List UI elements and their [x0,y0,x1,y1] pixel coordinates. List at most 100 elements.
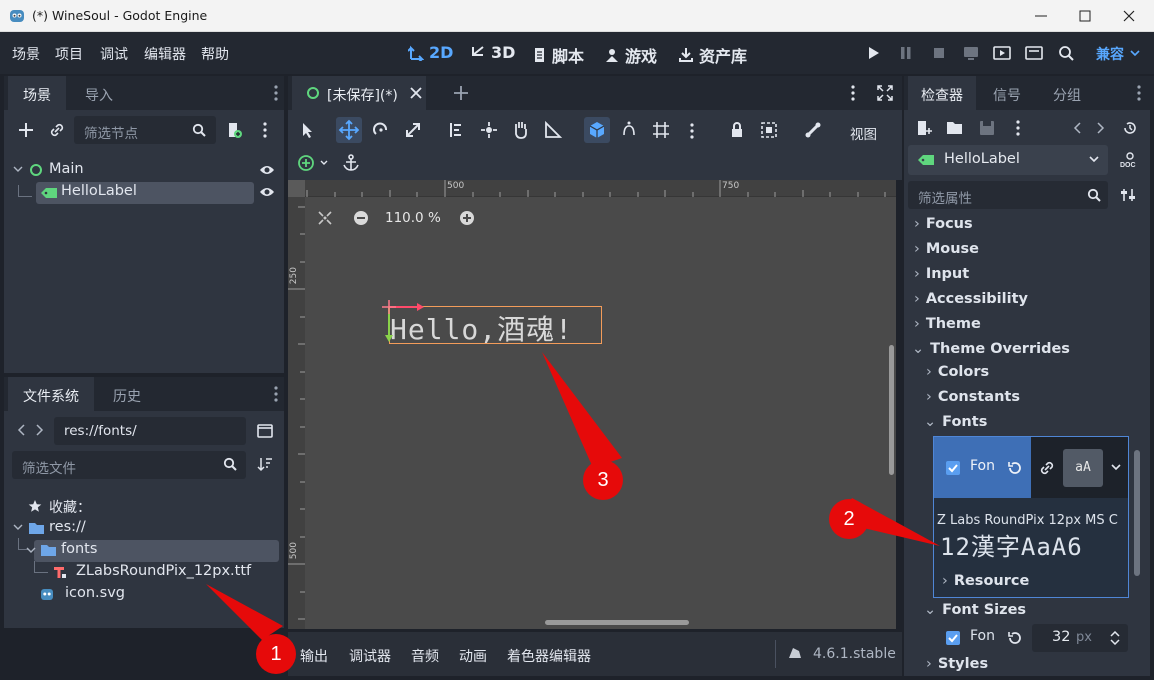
menu-editor[interactable]: 编辑器 [144,44,186,64]
vertical-scrollbar[interactable] [889,345,894,475]
menu-help[interactable]: 帮助 [201,44,229,64]
new-scene-tab-icon[interactable] [453,85,469,101]
zoom-out-icon[interactable] [353,210,369,226]
center-view-icon[interactable] [317,210,333,226]
workspace-assetlib-button[interactable]: 资产库 [678,43,747,67]
object-history-icon[interactable] [1122,120,1138,136]
menu-scene[interactable]: 场景 [12,44,40,64]
tab-output[interactable]: 输出 [300,646,328,666]
open-folder-icon[interactable] [947,121,963,135]
pivot-mode-button[interactable] [476,117,502,143]
snap-menu-icon[interactable] [690,123,694,139]
lock-button[interactable] [724,117,750,143]
visibility-icon[interactable] [259,164,275,176]
fs-item-icon-svg[interactable]: icon.svg [65,585,125,601]
instantiate-scene-icon[interactable] [49,122,65,138]
font-size-spinbox[interactable]: 32 px [1032,624,1128,652]
anchor-button[interactable] [338,150,364,176]
tab-audio[interactable]: 音频 [411,646,439,666]
subsection-font-sizes[interactable]: ⌄ Font Sizes [924,602,1026,618]
distraction-free-icon[interactable] [877,85,893,101]
tab-debugger[interactable]: 调试器 [349,646,391,666]
menu-project[interactable]: 项目 [55,44,83,64]
play-scene-icon[interactable] [993,44,1011,62]
subsection-resource[interactable]: › Resource [942,573,1029,589]
play-custom-scene-icon[interactable] [1025,44,1043,62]
tools-icon[interactable] [1120,187,1136,203]
remote-debug-icon[interactable] [962,44,980,62]
chevron-down-icon[interactable] [26,547,36,555]
fs-path-input[interactable]: res://fonts/ [54,417,246,445]
toggle-split-icon[interactable] [257,423,273,439]
subsection-fonts[interactable]: ⌄ Fonts [924,414,987,430]
add-node-icon[interactable] [18,122,34,138]
chevron-down-icon[interactable] [1111,464,1121,472]
horizontal-scrollbar[interactable] [545,620,689,625]
tree-node-hellolabel[interactable]: HelloLabel [61,183,137,199]
font-size-override-checkbox[interactable] [946,631,960,645]
tree-node-main[interactable]: Main [49,161,84,177]
add-script-icon[interactable] [226,122,242,138]
stop-icon[interactable] [930,44,948,62]
scene-menu-icon[interactable] [263,122,267,138]
scale-mode-button[interactable] [400,117,426,143]
tab-signals[interactable]: 信号 [976,76,1038,110]
history-back-icon[interactable] [1073,122,1081,134]
save-icon[interactable] [979,120,995,136]
chevron-down-icon[interactable] [13,166,23,174]
section-input[interactable]: › Input [914,266,969,282]
subsection-styles[interactable]: › Styles [926,656,988,672]
link-icon[interactable] [1039,460,1055,476]
play-icon[interactable] [864,44,882,62]
forward-icon[interactable] [36,424,44,436]
tab-import[interactable]: 导入 [66,76,132,110]
visibility-icon[interactable] [259,186,275,198]
update-spinner-icon[interactable] [787,645,803,661]
fs-item-font-file[interactable]: ZLabsRoundPix_12px.ttf [76,563,251,579]
list-select-button[interactable] [444,117,470,143]
maximize-icon[interactable] [1077,8,1093,24]
movie-maker-icon[interactable] [1057,44,1075,62]
grid-toggle-button[interactable] [648,117,674,143]
renderer-selector[interactable]: 兼容 [1096,44,1124,64]
ruler-mode-button[interactable] [540,117,566,143]
section-theme[interactable]: › Theme [914,316,981,332]
dock-menu-icon[interactable] [274,386,278,402]
revert-icon[interactable] [1006,460,1022,476]
back-icon[interactable] [17,424,25,436]
property-filter-input[interactable]: 筛选属性 [908,181,1108,209]
fs-item-res[interactable]: res:// [49,519,86,535]
pan-mode-button[interactable] [508,117,534,143]
menu-debug[interactable]: 调试 [100,44,128,64]
2d-viewport[interactable]: 110.0 % Hello,酒魂! [305,197,896,629]
tab-inspector[interactable]: 检查器 [908,76,976,110]
section-theme-overrides[interactable]: ⌄ Theme Overrides [912,341,1070,357]
view-menu-button[interactable]: 视图 [850,123,877,143]
transform-gizmo-icon[interactable] [381,298,429,348]
fs-item-fonts[interactable]: fonts [61,541,97,557]
workspace-2d-button[interactable]: 2D [408,43,453,62]
section-mouse[interactable]: › Mouse [914,241,979,257]
chevron-down-icon[interactable] [1089,156,1099,164]
dock-menu-icon[interactable] [1137,85,1141,101]
history-forward-icon[interactable] [1097,122,1105,134]
font-override-checkbox[interactable] [946,461,960,475]
tab-groups[interactable]: 分组 [1038,76,1096,110]
workspace-script-button[interactable]: 脚本 [533,43,584,67]
section-focus[interactable]: › Focus [914,216,973,232]
inspector-scrollbar[interactable] [1134,450,1140,576]
scene-tabs-menu-icon[interactable] [851,85,855,101]
rotate-mode-button[interactable] [368,117,394,143]
fs-filter-input[interactable]: 筛选文件 [12,451,246,479]
move-mode-button[interactable] [336,117,362,143]
chevron-down-icon[interactable] [13,524,23,532]
subsection-colors[interactable]: › Colors [926,364,989,380]
workspace-game-button[interactable]: 游戏 [604,43,657,67]
tab-animation[interactable]: 动画 [459,646,487,666]
skeleton-button[interactable] [800,117,826,143]
tab-shader-editor[interactable]: 着色器编辑器 [507,646,591,666]
grid-snap-button[interactable] [616,117,642,143]
group-button[interactable] [756,117,782,143]
close-tab-icon[interactable] [410,87,422,99]
subsection-constants[interactable]: › Constants [926,389,1020,405]
